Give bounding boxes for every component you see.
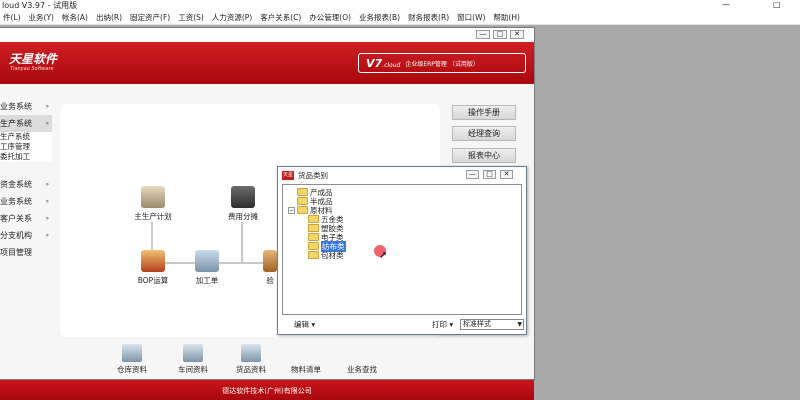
app-title: loud V3.97 - 试用版	[2, 1, 78, 10]
plan-icon	[141, 186, 165, 208]
menu-crm[interactable]: 客户关系(C)	[257, 12, 306, 23]
brand-logo-subtitle: Tianyao Software	[10, 66, 54, 72]
folder-icon	[308, 233, 319, 241]
menu-cashier[interactable]: 出纳(R)	[93, 12, 127, 23]
folder-icon	[297, 188, 308, 196]
nav-sub-list: 生产系统 工序管理 委托加工	[0, 132, 52, 162]
nav-group-branches[interactable]: 分支机构»	[0, 227, 52, 244]
chevron-down-icon: »	[45, 232, 49, 239]
edit-menu-button[interactable]: 编辑 ▾	[294, 319, 315, 330]
child-minimize-button[interactable]: —	[476, 30, 490, 39]
work-order-icon	[195, 250, 219, 272]
maximize-button[interactable]: □	[773, 0, 781, 9]
dropdown-arrow-icon: ▼	[517, 321, 522, 328]
child-maximize-button[interactable]: □	[493, 30, 507, 39]
nav-group-business[interactable]: 业务系统»	[0, 98, 52, 115]
chevron-down-icon: »	[45, 181, 49, 188]
dialog-close-button[interactable]: ✕	[500, 170, 513, 179]
goods-icon	[241, 344, 261, 362]
version-badge: V7.cloud 企业级ERP管理 （试用版）	[358, 53, 526, 73]
dialog-bottom-bar: 编辑 ▾ 打印 ▾ 标准样式 ▼	[282, 317, 524, 332]
version-number: V7.cloud	[366, 56, 401, 70]
menu-hr[interactable]: 人力资源(P)	[209, 12, 257, 23]
chevron-down-icon: »	[45, 215, 49, 222]
mrp-icon	[141, 250, 165, 272]
collapse-toggle[interactable]: −	[288, 206, 295, 214]
toolbar-search[interactable]: 业务查找	[342, 364, 382, 375]
chevron-up-icon: «	[45, 120, 49, 127]
dialog-title: 货品类别	[298, 170, 328, 180]
app-title-bar: loud V3.97 - 试用版 — □	[0, 0, 800, 11]
tree-item[interactable]: 包材类	[308, 250, 344, 260]
toolbar-workshop[interactable]: 车间资料	[173, 344, 213, 375]
folder-icon	[308, 215, 319, 223]
menu-accounts[interactable]: 帐务(A)	[59, 12, 93, 23]
folder-icon	[297, 197, 308, 205]
menu-bar: 件(L) 业务(Y) 帐务(A) 出纳(R) 固定资产(F) 工资(S) 人力资…	[0, 11, 800, 25]
nav-item-outsourcing[interactable]: 委托加工	[0, 152, 52, 162]
toolbar-bom[interactable]: 物料清单	[286, 364, 326, 375]
nav-item-process-mgmt[interactable]: 工序管理	[0, 142, 52, 152]
mouse-cursor-icon: ➚	[379, 250, 388, 261]
dialog-caption: 天星 货品类别 — □ ✕	[278, 167, 526, 183]
nav-group-crm[interactable]: 客户关系»	[0, 210, 52, 227]
flow-connector	[151, 222, 153, 250]
flow-node-mrp[interactable]: BOP运算	[132, 250, 174, 286]
warehouse-icon	[122, 344, 142, 362]
manager-query-button[interactable]: 经理查询	[452, 126, 516, 141]
flow-node-work-order[interactable]: 加工单	[186, 250, 228, 286]
folder-icon	[308, 224, 319, 232]
toolbar-warehouse[interactable]: 仓库资料	[112, 344, 152, 375]
menu-help[interactable]: 帮助(H)	[490, 12, 525, 23]
inspection-icon	[263, 250, 277, 272]
menu-finance-reports[interactable]: 财务报表(R)	[405, 12, 454, 23]
flow-node-cost-allocation[interactable]: 费用分摊	[220, 186, 266, 222]
category-tree: 产成品 半成品 − 原材料 五金类 塑胶类 电子类 纺布类 包材类	[282, 184, 522, 315]
manual-button[interactable]: 操作手册	[452, 105, 516, 120]
app-logo-icon: 天星	[282, 170, 294, 180]
folder-icon	[308, 242, 319, 250]
style-select[interactable]: 标准样式 ▼	[460, 319, 524, 330]
company-footer: 德达软件技术(广州)有限公司	[0, 380, 534, 400]
menu-window[interactable]: 窗口(W)	[454, 12, 490, 23]
edition-label: 企业级ERP管理 （试用版）	[405, 60, 479, 68]
menu-business-reports[interactable]: 业务报表(B)	[356, 12, 405, 23]
toolbar-goods[interactable]: 货品资料	[231, 344, 271, 375]
calculator-icon	[231, 186, 255, 208]
brand-logo: 天星软件	[9, 52, 58, 66]
child-close-button[interactable]: ✕	[510, 30, 524, 39]
flow-connector	[241, 222, 243, 264]
nav-group-funds[interactable]: 资金系统»	[0, 176, 52, 193]
menu-payroll[interactable]: 工资(S)	[175, 12, 209, 23]
print-menu-button[interactable]: 打印 ▾	[432, 319, 453, 330]
chevron-down-icon: »	[45, 198, 49, 205]
minimize-button[interactable]: —	[722, 0, 730, 9]
flow-node-master-plan[interactable]: 主生产计划	[130, 186, 176, 222]
report-center-button[interactable]: 报表中心	[452, 148, 516, 163]
workshop-icon	[183, 344, 203, 362]
folder-open-icon	[297, 206, 308, 214]
nav-group-business-2[interactable]: 业务系统»	[0, 193, 52, 210]
chevron-down-icon: »	[45, 103, 49, 110]
menu-business[interactable]: 业务(Y)	[26, 12, 59, 23]
goods-category-dialog: 天星 货品类别 — □ ✕ 产成品 半成品 − 原材料 五金类 塑胶类 电子类 纺…	[277, 166, 527, 335]
child-window-caption: — □ ✕	[0, 28, 534, 41]
module-sidebar: 业务系统» 生产系统 « 生产系统 工序管理 委托加工 资金系统» 业务系统» 客…	[0, 98, 52, 261]
menu-fixed-assets[interactable]: 固定资产(F)	[127, 12, 175, 23]
dialog-minimize-button[interactable]: —	[466, 170, 479, 179]
menu-office[interactable]: 办公管理(O)	[306, 12, 356, 23]
brand-banner: 天星软件 Tianyao Software V7.cloud 企业级ERP管理 …	[0, 42, 534, 84]
nav-item-production-system[interactable]: 生产系统	[0, 132, 52, 142]
nav-group-production[interactable]: 生产系统 «	[0, 115, 52, 132]
nav-group-projects[interactable]: 项目管理	[0, 244, 52, 261]
dialog-maximize-button[interactable]: □	[483, 170, 496, 179]
menu-file[interactable]: 件(L)	[0, 12, 26, 23]
folder-icon	[308, 251, 319, 259]
